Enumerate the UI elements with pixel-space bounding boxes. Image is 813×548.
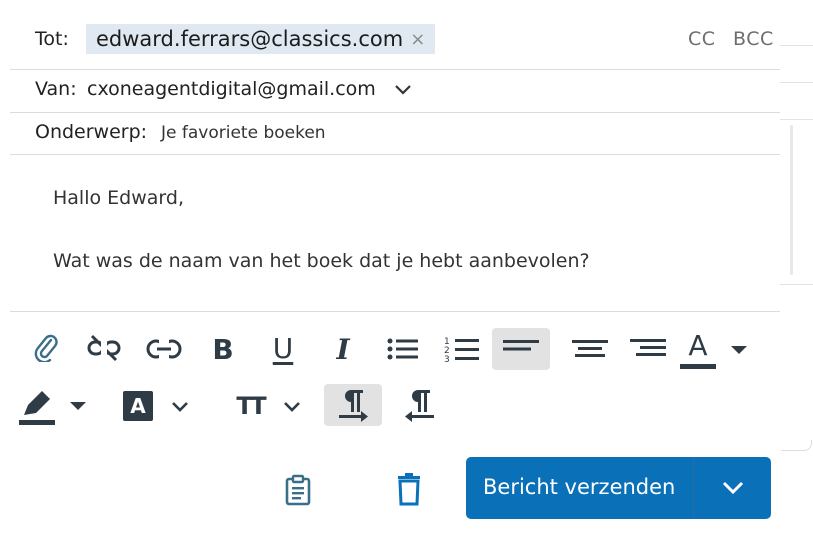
scrollbar[interactable] [790,125,793,275]
rtl-button[interactable] [400,385,440,425]
font-size-text: TT [236,392,266,420]
chevron-down-icon[interactable] [394,84,412,96]
cc-button[interactable]: CC [688,28,716,50]
bullet-list-button[interactable] [385,334,421,364]
send-label: Bericht verzenden [483,475,676,499]
compose-panel: Tot: edward.ferrars@classics.com × CC BC… [10,0,780,548]
caret-down-icon [70,402,86,410]
template-button[interactable] [280,472,316,508]
attach-button[interactable] [30,329,62,365]
ltr-icon [339,390,368,422]
numbered-list-icon: 1 2 3 [444,337,479,365]
from-label: Van: [35,78,77,100]
rtl-icon [405,390,434,422]
clipboard-icon [285,474,311,506]
body-greeting: Hallo Edward, [53,187,184,209]
link-button[interactable] [145,333,183,365]
unlink-icon [87,334,121,362]
text-background-button[interactable]: A [122,390,154,422]
align-center-button[interactable] [570,334,610,364]
highlight-icon [24,391,50,415]
panel-corner [781,440,812,451]
paperclip-icon [34,334,58,362]
ltr-button[interactable] [324,384,382,426]
underline-button[interactable]: U [268,327,298,369]
chevron-down-icon [284,401,300,412]
link-icon [146,339,182,359]
unlink-button[interactable] [85,330,123,366]
font-color-button[interactable]: A [678,328,718,372]
divider [780,82,813,83]
message-body[interactable]: Hallo Edward, Wat was de naam van het bo… [10,155,780,312]
delete-button[interactable] [392,470,426,508]
highlight-button[interactable] [16,384,58,430]
divider [780,119,813,120]
align-left-button[interactable] [492,328,550,370]
bold-icon: B [212,332,234,366]
send-options-button[interactable] [694,457,771,519]
numbered-list-button[interactable]: 1 2 3 [442,333,482,367]
recipient-email: edward.ferrars@classics.com [96,27,404,51]
highlight-dropdown[interactable] [66,396,90,416]
to-row: Tot: edward.ferrars@classics.com × CC BC… [10,0,780,70]
bold-button[interactable]: B [208,331,238,367]
to-label: Tot: [35,28,69,50]
divider [780,284,813,285]
send-button[interactable]: Bericht verzenden [466,457,771,519]
italic-icon: I [336,332,350,366]
bullet-list-icon [387,338,418,360]
caret-down-icon [731,346,747,354]
font-size-button[interactable]: TT [232,390,268,422]
italic-button[interactable]: I [328,331,358,367]
font-size-icon: TT [236,392,266,420]
highlight-swatch [19,420,55,425]
align-center-icon [572,340,608,357]
font-color-swatch [680,364,716,369]
right-panel [780,0,813,548]
subject-label: Onderwerp: [35,121,148,143]
subject-row: Onderwerp: [10,112,780,155]
from-select[interactable]: cxoneagentdigital@gmail.com [87,78,376,100]
subject-input[interactable]: Je favoriete boeken [161,123,326,143]
text-background-icon: A [123,391,153,421]
align-right-button[interactable] [628,333,668,363]
align-left-icon [503,340,539,351]
recipient-chip[interactable]: edward.ferrars@classics.com × [86,24,436,54]
text-background-dropdown[interactable] [168,396,192,416]
chevron-down-icon [172,401,188,412]
font-color-dropdown[interactable] [728,340,750,360]
remove-recipient-icon[interactable]: × [410,29,425,50]
font-color-icon: A [688,329,708,362]
font-size-dropdown[interactable] [280,396,304,416]
align-right-icon [630,339,666,356]
divider [780,45,813,46]
trash-icon [398,473,420,506]
body-line: Wat was de naam van het boek dat je hebt… [53,250,590,272]
underline-icon: U [272,331,294,365]
bcc-button[interactable]: BCC [733,28,774,50]
svg-text:3: 3 [444,355,450,365]
chevron-down-icon [722,481,743,495]
